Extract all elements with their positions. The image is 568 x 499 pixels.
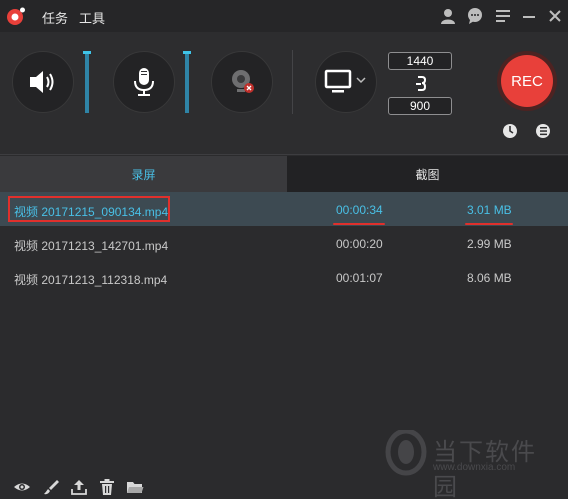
microphone-icon bbox=[134, 68, 154, 96]
file-size: 8.06 MB bbox=[467, 271, 512, 285]
speaker-volume-slider[interactable] bbox=[83, 51, 91, 113]
file-duration: 00:01:07 bbox=[336, 271, 383, 285]
watermark: 当下软件园 www.downxia.com bbox=[383, 430, 558, 499]
table-row[interactable]: 视频 20171213_112318.mp4 00:01:07 8.06 MB bbox=[0, 260, 568, 294]
microphone-volume-slider[interactable] bbox=[183, 51, 191, 113]
app-logo-icon bbox=[7, 7, 25, 25]
height-input[interactable]: 900 bbox=[388, 97, 452, 115]
webcam-button[interactable] bbox=[211, 51, 273, 113]
table-row[interactable]: 视频 20171213_142701.mp4 00:00:20 2.99 MB bbox=[0, 226, 568, 260]
table-row[interactable]: 视频 20171215_090134.mp4 00:00:34 3.01 MB bbox=[0, 192, 568, 226]
chat-icon[interactable] bbox=[465, 6, 485, 26]
file-duration: 00:00:20 bbox=[336, 237, 383, 251]
webcam-disabled-icon bbox=[232, 70, 254, 93]
microphone-volume-fill bbox=[185, 51, 189, 113]
file-duration: 00:00:34 bbox=[336, 203, 383, 217]
minimize-icon[interactable] bbox=[519, 6, 539, 26]
recording-list: 视频 20171215_090134.mp4 00:00:34 3.01 MB … bbox=[0, 192, 568, 294]
monitor-icon bbox=[324, 69, 366, 93]
user-icon[interactable] bbox=[438, 6, 458, 26]
file-size: 2.99 MB bbox=[467, 237, 512, 251]
menu-icon[interactable] bbox=[493, 6, 513, 26]
aspect-lock-icon[interactable] bbox=[414, 74, 428, 94]
record-button[interactable]: REC bbox=[497, 51, 557, 111]
title-bar: 任务 工具 bbox=[0, 0, 568, 32]
file-name: 视频 20171213_112318.mp4 bbox=[14, 273, 168, 287]
speaker-volume-fill bbox=[85, 51, 89, 113]
width-input[interactable]: 1440 bbox=[388, 52, 452, 70]
file-name: 视频 20171213_142701.mp4 bbox=[14, 239, 169, 253]
annotation-underline bbox=[465, 223, 513, 225]
watermark-logo-icon bbox=[385, 430, 427, 476]
screen-mode-button[interactable] bbox=[315, 51, 377, 113]
tab-screenshot[interactable]: 截图 bbox=[287, 156, 568, 192]
schedule-clock-icon[interactable] bbox=[501, 122, 519, 140]
file-size: 3.01 MB bbox=[467, 203, 512, 217]
annotation-underline bbox=[333, 223, 385, 225]
edit-brush-icon[interactable] bbox=[42, 478, 60, 496]
close-icon[interactable] bbox=[545, 6, 565, 26]
speaker-button[interactable] bbox=[12, 51, 74, 113]
bottom-toolbar bbox=[0, 474, 568, 499]
microphone-volume-handle[interactable] bbox=[183, 51, 191, 54]
watermark-url: www.downxia.com bbox=[433, 462, 516, 473]
record-button-label: REC bbox=[501, 55, 553, 107]
menu-tools[interactable]: 工具 bbox=[79, 8, 105, 27]
task-list-icon[interactable] bbox=[534, 122, 552, 140]
speaker-volume-handle[interactable] bbox=[83, 51, 91, 54]
control-panel: 1440 900 REC bbox=[0, 32, 568, 155]
microphone-button[interactable] bbox=[113, 51, 175, 113]
tab-screen-recording[interactable]: 录屏 bbox=[0, 156, 287, 192]
delete-trash-icon[interactable] bbox=[98, 478, 116, 496]
tab-bar: 录屏 截图 bbox=[0, 156, 568, 192]
speaker-icon bbox=[30, 71, 54, 93]
preview-eye-icon[interactable] bbox=[13, 478, 31, 496]
open-folder-icon[interactable] bbox=[126, 478, 144, 496]
upload-icon[interactable] bbox=[70, 478, 88, 496]
menu-task[interactable]: 任务 bbox=[42, 8, 68, 27]
panel-divider bbox=[292, 50, 293, 114]
file-name: 视频 20171215_090134.mp4 bbox=[14, 205, 169, 219]
app-window: 任务 工具 1440 900 REC 录屏 截图 视频 20171215_090… bbox=[0, 0, 568, 499]
